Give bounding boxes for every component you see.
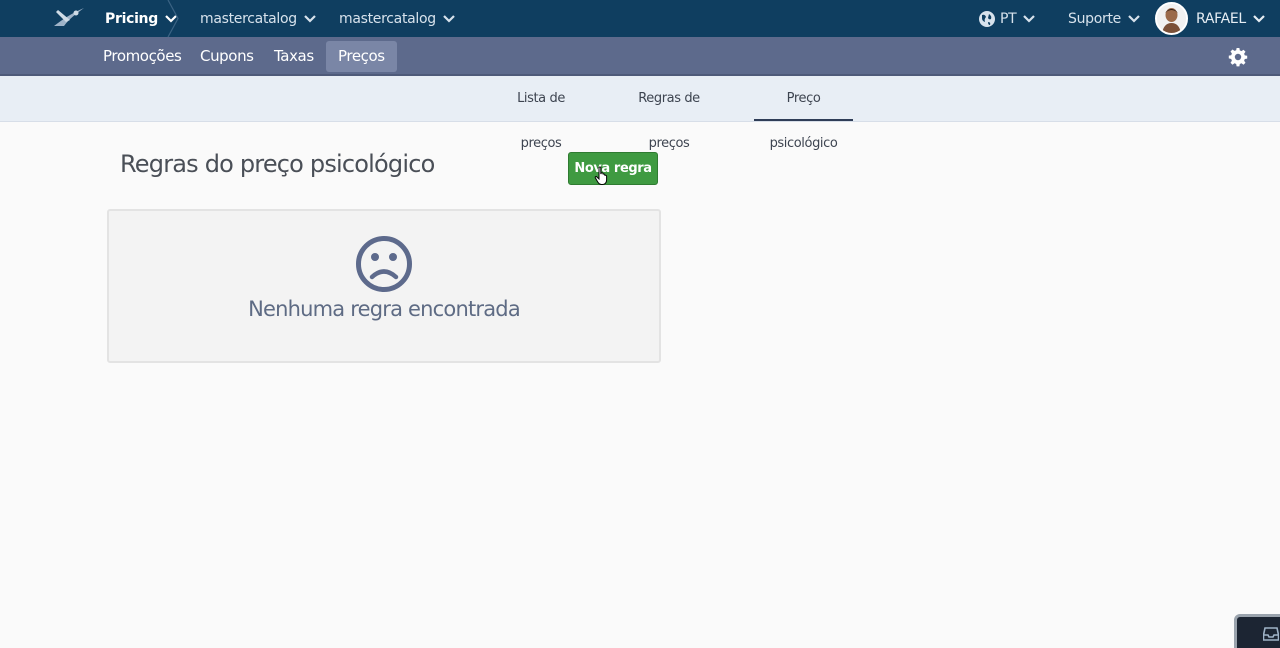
tab-regras-de-precos[interactable]: Regras de preços: [620, 76, 718, 151]
chevron-down-icon: [304, 14, 316, 23]
inbox-widget[interactable]: [1234, 614, 1280, 648]
breadcrumb-catalog-secondary[interactable]: mastercatalog: [339, 0, 455, 37]
chevron-down-icon: [1023, 14, 1036, 23]
empty-state-message: Nenhuma regra encontrada: [248, 297, 521, 321]
chevron-down-icon: [443, 14, 455, 23]
logo-icon[interactable]: [50, 6, 86, 30]
sub-tabs: Lista de preços Regras de preços Preço p…: [0, 76, 1280, 151]
tab-preco-psicologico[interactable]: Preço psicológico: [754, 76, 853, 151]
chevron-down-icon: [1128, 14, 1140, 23]
pointer-cursor-icon: [594, 166, 608, 185]
section-nav: Promoções Cupons Taxas Preços: [0, 37, 1280, 76]
user-name: RAFAEL: [1196, 10, 1246, 27]
nav-item-precos[interactable]: Preços: [326, 41, 397, 72]
gear-icon[interactable]: [1228, 47, 1248, 67]
breadcrumb-label: mastercatalog: [200, 10, 297, 27]
breadcrumb-catalog[interactable]: mastercatalog: [200, 0, 316, 37]
chevron-down-icon: [1253, 14, 1265, 23]
support-label: Suporte: [1068, 10, 1121, 27]
breadcrumb-label: mastercatalog: [339, 10, 436, 27]
inbox-icon: [1263, 627, 1279, 641]
globe-icon: [979, 10, 995, 27]
language-label: PT: [1000, 10, 1017, 27]
empty-state-panel: Nenhuma regra encontrada: [107, 209, 661, 363]
nav-item-promocoes[interactable]: Promoções: [91, 41, 193, 72]
breadcrumb-separator: [167, 0, 179, 37]
language-selector[interactable]: PT: [978, 0, 1036, 37]
sad-face-icon: [356, 236, 412, 292]
tab-lista-de-precos[interactable]: Lista de preços: [498, 76, 584, 151]
app-label: Pricing: [105, 10, 158, 27]
top-bar: Pricing mastercatalog mastercatalog PT S…: [0, 0, 1280, 37]
avatar: [1155, 2, 1188, 35]
nav-item-cupons[interactable]: Cupons: [188, 41, 266, 72]
support-menu[interactable]: Suporte: [1068, 0, 1140, 37]
user-menu[interactable]: RAFAEL: [1155, 0, 1265, 37]
new-rule-button[interactable]: Nova regra: [568, 152, 658, 185]
page-title: Regras do preço psicológico: [120, 150, 435, 178]
nav-item-taxas[interactable]: Taxas: [262, 41, 326, 72]
